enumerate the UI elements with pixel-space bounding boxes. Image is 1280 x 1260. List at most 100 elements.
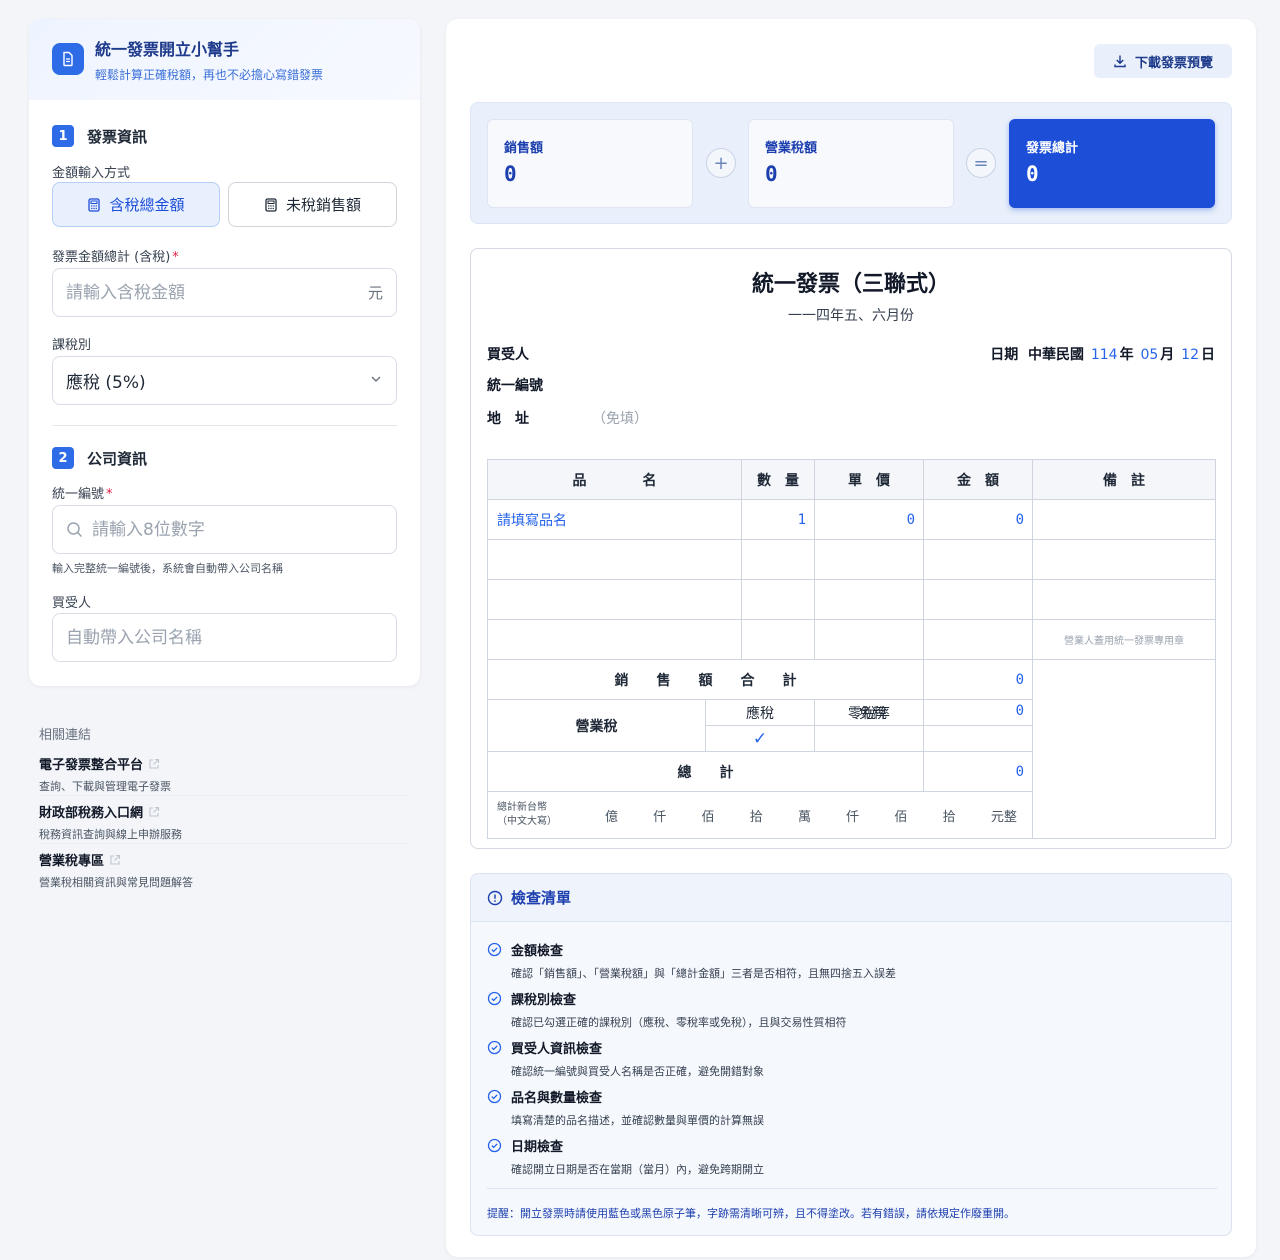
- grand-total-label: 總 計: [487, 751, 924, 792]
- total-label: 發票總計: [1026, 141, 1079, 156]
- checklist-item-desc: 確認「銷售額」、「營業稅額」與「總計金額」三者是否相符，且無四捨五入誤差: [511, 967, 896, 980]
- link-business-tax[interactable]: 營業稅專區 營業稅相關資訊與常見問題解答: [39, 850, 406, 890]
- header-price: 單 價: [814, 459, 924, 500]
- section-divider: [52, 425, 397, 426]
- external-link-icon: [109, 854, 121, 866]
- chinese-total-label-2: （中文大寫）: [497, 816, 557, 827]
- tax-check-taxable[interactable]: ✓: [705, 725, 815, 752]
- date-year: 114: [1090, 347, 1118, 363]
- calculator-icon: [87, 197, 101, 212]
- checklist-item-title: 日期檢查: [511, 1140, 564, 1155]
- day-unit: 日: [1201, 347, 1215, 363]
- checklist-item-desc: 確認已勾選正確的課稅別（應稅、零稅率或免稅），且與交易性質相符: [511, 1016, 847, 1029]
- row-item: [487, 539, 742, 580]
- link-title: 財政部稅務入口網: [39, 806, 144, 821]
- check-circle-icon: [487, 1089, 502, 1104]
- related-links-title: 相關連結: [39, 728, 92, 743]
- total-amount-box: 發票總計 0: [1009, 119, 1215, 208]
- tax-id-label: 統一編號 *: [52, 483, 113, 502]
- chinese-units: 億 仟 佰 拾 萬 仟 佰 拾 元整: [605, 806, 1025, 825]
- invoice-buyer-label: 買受人: [487, 347, 529, 363]
- stamp-area: [1032, 659, 1216, 839]
- row-amount: [923, 579, 1033, 620]
- required-mark: *: [106, 487, 113, 502]
- table-row: 營業人蓋用統一發票專用章: [487, 619, 1216, 660]
- row-qty[interactable]: 1: [741, 499, 815, 540]
- section-company-info: 2 公司資訊: [52, 447, 147, 469]
- tax-value: 0: [1015, 702, 1024, 719]
- checklist-divider: [487, 1188, 1217, 1189]
- total-value: 0: [1026, 162, 1039, 186]
- check-circle-icon: [487, 942, 502, 957]
- calculator-icon: [264, 197, 278, 212]
- invoice-preview: 統一發票（三聯式） 一一四年五、六月份 買受人 統一編號 地 址 （免填） 日期…: [470, 248, 1232, 849]
- external-link-icon: [148, 806, 160, 818]
- preview-panel: 下載發票預覽 銷售額 0 + 營業稅額 0 = 發票總計 0 統一發票（三聯式）…: [446, 19, 1256, 1257]
- checklist-item-title: 課稅別檢查: [511, 993, 577, 1008]
- unit-yi: 億: [605, 809, 619, 825]
- row-note: [1032, 499, 1216, 540]
- download-preview-button[interactable]: 下載發票預覽: [1094, 44, 1232, 78]
- tax-type-label: 課稅別: [52, 338, 92, 353]
- tax-amount-box: 營業稅額 0: [748, 119, 954, 208]
- external-link-icon: [148, 758, 160, 770]
- mode-untaxed-button[interactable]: 未稅銷售額: [228, 182, 397, 227]
- mode-taxed-button[interactable]: 含稅總金額: [52, 182, 220, 227]
- tax-label: 營業稅額: [765, 141, 818, 156]
- row-item: [487, 579, 742, 620]
- amount-input-box: 元: [52, 268, 397, 317]
- input-mode-label: 金額輸入方式: [52, 166, 131, 181]
- link-divider: [39, 795, 406, 796]
- amount-summary: 銷售額 0 + 營業稅額 0 = 發票總計 0: [470, 102, 1232, 224]
- invoice-title: 統一發票（三聯式）: [751, 271, 950, 297]
- row-note: [1032, 579, 1216, 620]
- row-amount: [923, 539, 1033, 580]
- row-item[interactable]: 請填寫品名: [487, 499, 742, 540]
- section-number: 1: [52, 125, 74, 147]
- chinese-total-label: 總計新台幣 （中文大寫）: [488, 801, 605, 829]
- amount-input[interactable]: [66, 282, 368, 303]
- unit-wan: 萬: [797, 809, 811, 825]
- table-row: [487, 579, 1216, 620]
- chevron-down-icon: [369, 371, 383, 391]
- row-qty: [741, 539, 815, 580]
- chinese-total-label-1: 總計新台幣: [497, 802, 547, 813]
- unit-bai: 佰: [701, 809, 715, 825]
- tax-check-zero[interactable]: [814, 725, 924, 752]
- header-item: 品 名: [487, 459, 742, 500]
- mode-taxed-label: 含稅總金額: [109, 196, 185, 214]
- checklist-item: 日期檢查 確認開立日期是否在當期（當月）內，避免跨期開立: [487, 1136, 764, 1177]
- checklist-item-title: 金額檢查: [511, 944, 564, 959]
- tax-col-taxable: 應稅: [705, 699, 815, 726]
- header-note: 備 註: [1032, 459, 1216, 500]
- row-price[interactable]: 0: [814, 499, 924, 540]
- row-amount: 0: [923, 499, 1033, 540]
- app-subtitle: 輕鬆計算正確稅額，再也不必擔心寫錯發票: [95, 68, 324, 82]
- amount-label-text: 發票金額總計 (含稅): [52, 250, 171, 265]
- link-tax-portal[interactable]: 財政部稅務入口網 稅務資訊查詢與線上申辦服務: [39, 802, 406, 842]
- checklist-item-desc: 確認統一編號與買受人名稱是否正確，避免開錯對象: [511, 1065, 764, 1078]
- checklist-note: 提醒：開立發票時請使用藍色或黑色原子筆，字跡需清晰可辨，且不得塗改。若有錯誤，請…: [487, 1207, 1015, 1220]
- check-circle-icon: [487, 1040, 502, 1055]
- grand-total-value: 0: [923, 751, 1033, 792]
- document-icon: [52, 43, 84, 75]
- amount-suffix: 元: [367, 284, 383, 302]
- unit-qian: 仟: [653, 809, 667, 825]
- buyer-input[interactable]: [66, 627, 383, 648]
- date-era: 中華民國: [1027, 347, 1084, 363]
- link-divider: [39, 843, 406, 844]
- link-title: 營業稅專區: [39, 854, 105, 869]
- download-label: 下載發票預覽: [1134, 55, 1213, 71]
- sales-total-value: 0: [923, 659, 1033, 700]
- row-qty: [741, 619, 815, 660]
- link-einvoice-platform[interactable]: 電子發票整合平台 查詢、下載與管理電子發票: [39, 754, 406, 794]
- section-invoice-info: 1 發票資訊: [52, 125, 147, 147]
- amount-label: 發票金額總計 (含稅) *: [52, 246, 179, 265]
- checklist-item-desc: 填寫清楚的品名描述，並確認數量與單價的計算無誤: [511, 1114, 764, 1127]
- check-circle-icon: [487, 991, 502, 1006]
- date-month: 05: [1140, 347, 1159, 363]
- month-unit: 月: [1160, 347, 1175, 363]
- tax-id-input[interactable]: [92, 519, 383, 540]
- tax-type-select[interactable]: 應稅 (5%): [52, 356, 397, 405]
- tax-check-exempt[interactable]: [923, 725, 1033, 752]
